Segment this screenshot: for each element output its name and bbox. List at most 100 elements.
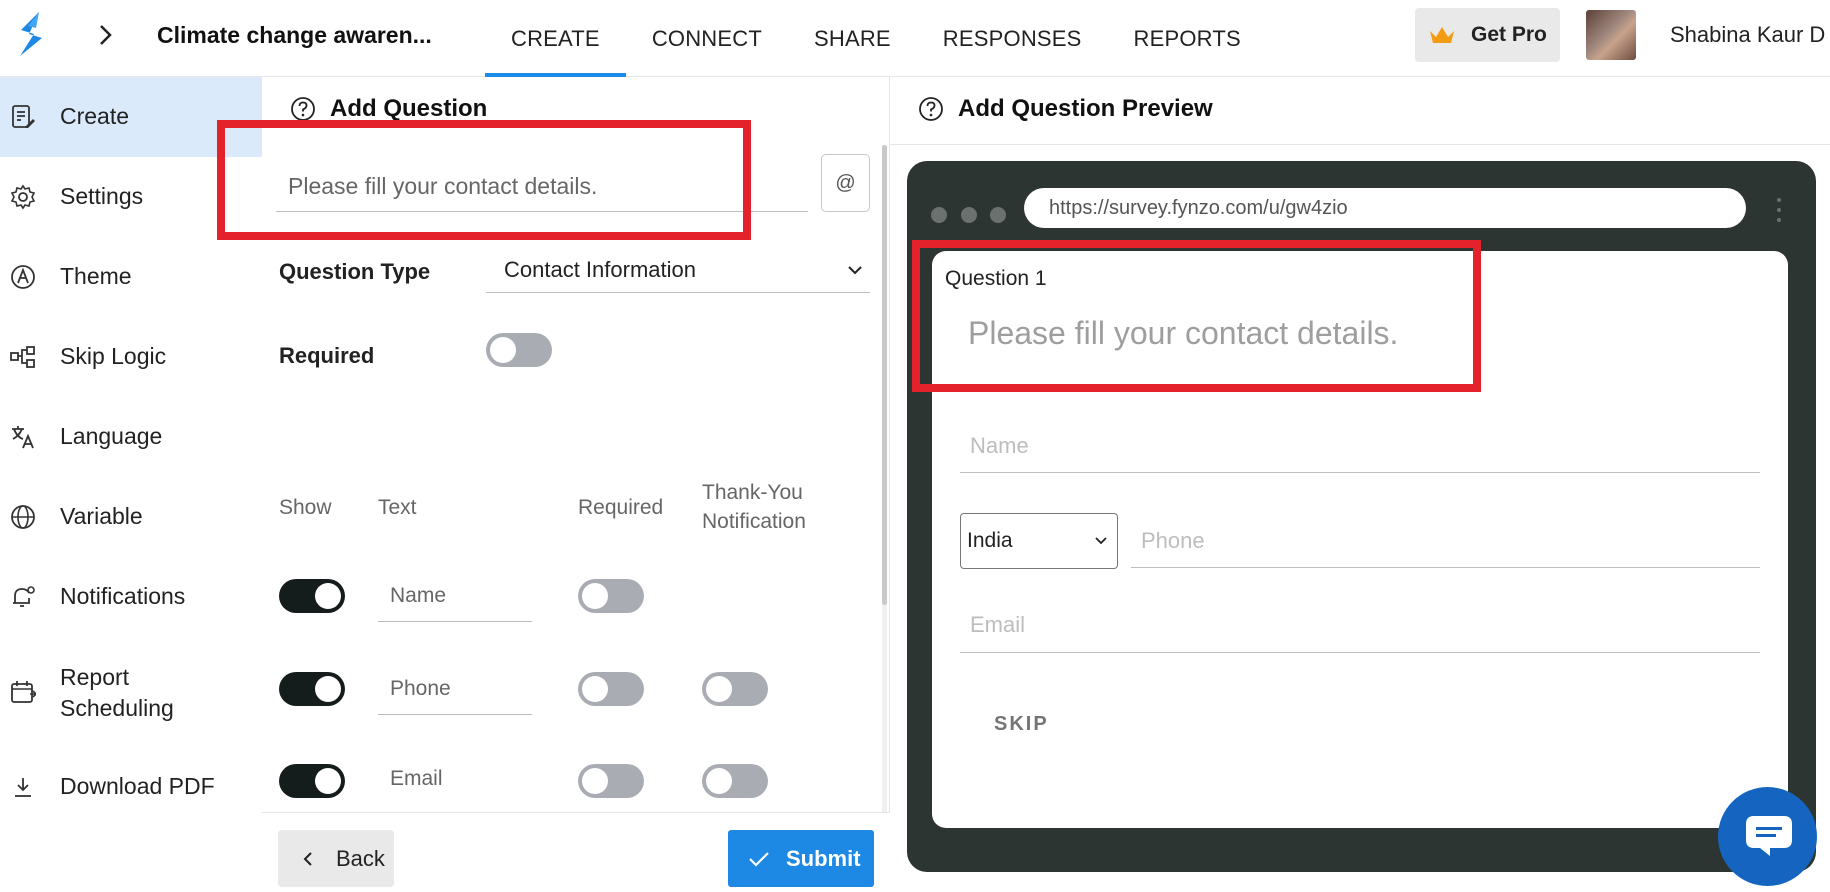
window-dot-icon [961,207,977,223]
phone-field-text: Phone [390,676,451,700]
notify-email-toggle[interactable] [702,764,768,798]
sidebar-item-settings[interactable]: Settings [0,157,262,237]
sidebar: Create Settings Theme Skip Logic Languag… [0,77,262,892]
preview-panel: Add Question Preview https://survey.fynz… [890,77,1830,892]
gear-icon [10,184,36,210]
country-select[interactable]: India [960,513,1118,569]
editor-heading-text: Add Question [330,95,488,122]
email-input-preview[interactable]: Email [960,597,1760,653]
required-phone-toggle[interactable] [578,672,644,706]
chat-bubble-icon [1745,815,1792,856]
submit-label: Submit [786,845,861,871]
sidebar-item-variable[interactable]: Variable [0,477,262,557]
theme-icon [11,265,35,289]
tab-share[interactable]: SHARE [788,0,917,77]
name-field-label[interactable]: Name [378,570,532,622]
question-editor-panel: Add Question @ Question Type Contact Inf… [262,77,890,892]
avatar[interactable] [1586,10,1636,60]
sidebar-item-label: Download PDF [60,773,215,799]
calendar-icon [11,681,36,703]
app-root: Climate change awaren... CREATE CONNECT … [0,0,1830,892]
column-header-text: Text [378,496,417,519]
editor-footer: Back Submit [262,812,890,892]
country-value: India [967,529,1013,552]
get-pro-label: Get Pro [1471,23,1547,46]
divider [890,144,1830,145]
tab-reports[interactable]: REPORTS [1108,0,1267,77]
name-placeholder: Name [970,432,1029,458]
user-name[interactable]: Shabina Kaur D [1670,22,1825,48]
question-type-select[interactable]: Contact Information [486,247,870,293]
tab-create[interactable]: CREATE [485,0,626,77]
show-phone-toggle[interactable] [279,672,345,706]
app-logo[interactable] [12,8,48,64]
preview-heading: Add Question Preview [918,95,1213,123]
sidebar-item-download-pdf[interactable]: Download PDF [0,747,262,827]
notify-phone-toggle[interactable] [702,672,768,706]
phone-input-preview[interactable]: Phone [1131,514,1760,568]
chevron-right-icon[interactable] [90,20,120,50]
skip-button[interactable]: SKIP [994,713,1049,736]
form-edit-icon [12,105,35,128]
sidebar-item-label: Report Scheduling [60,664,174,721]
sidebar-item-create[interactable]: Create [0,77,262,157]
name-field-text: Name [390,583,447,607]
sidebar-item-label: Variable [60,503,143,529]
question-text-preview: Please fill your contact details. [968,315,1399,351]
browser-mockup: https://survey.fynzo.com/u/gw4zio Questi… [907,161,1816,872]
survey-card: Question 1 Please fill your contact deta… [932,251,1788,828]
skip-logic-icon [10,346,35,368]
help-circle-icon [291,97,315,121]
url-text: https://survey.fynzo.com/u/gw4zio [1049,196,1348,219]
phone-placeholder: Phone [1141,527,1205,553]
translate-icon [12,426,34,449]
top-bar: Climate change awaren... CREATE CONNECT … [0,0,1830,77]
question-type-value: Contact Information [504,256,696,282]
chat-button[interactable] [1718,787,1817,886]
column-header-required: Required [578,496,664,519]
question-type-label: Question Type [279,259,431,284]
submit-button[interactable]: Submit [728,830,874,887]
required-email-toggle[interactable] [578,764,644,798]
window-dot-icon [931,207,947,223]
sidebar-item-label: Skip Logic [60,343,167,369]
download-icon [15,778,31,797]
sidebar-item-notifications[interactable]: Notifications [0,557,262,637]
get-pro-button[interactable]: Get Pro [1415,8,1560,62]
name-input-preview[interactable]: Name [960,419,1760,473]
email-placeholder: Email [970,611,1026,637]
sidebar-item-skip-logic[interactable]: Skip Logic [0,317,262,397]
sidebar-item-label: Notifications [60,583,186,609]
survey-title: Climate change awaren... [157,22,432,48]
globe-icon [11,505,35,529]
question-number: Question 1 [945,267,1047,290]
phone-field-label[interactable]: Phone [378,663,532,715]
show-name-toggle[interactable] [279,579,345,613]
email-field-label[interactable]: Email [378,753,532,805]
main-tabs: CREATE CONNECT SHARE RESPONSES REPORTS [485,0,1267,77]
editor-heading: Add Question [290,95,487,123]
sidebar-item-language[interactable]: Language [0,397,262,477]
url-bar: https://survey.fynzo.com/u/gw4zio [1024,188,1746,228]
required-name-toggle[interactable] [578,579,644,613]
kebab-menu-icon [1777,198,1781,222]
back-button[interactable]: Back [278,830,394,887]
chevron-down-icon [848,266,862,275]
chevron-left-icon [303,851,312,866]
scrollbar-thumb[interactable] [882,145,887,605]
sidebar-item-label: Settings [60,183,144,209]
insert-variable-button[interactable]: @ [821,154,870,212]
back-label: Back [336,845,385,871]
tab-responses[interactable]: RESPONSES [917,0,1108,77]
required-toggle[interactable] [486,333,552,367]
tab-connect[interactable]: CONNECT [626,0,788,77]
required-label: Required [279,343,375,368]
sidebar-item-label: Language [60,423,163,449]
check-icon [749,851,769,867]
email-field-text: Email [390,767,443,790]
question-text-input[interactable] [276,162,808,212]
sidebar-item-theme[interactable]: Theme [0,237,262,317]
crown-icon [1430,27,1454,43]
show-email-toggle[interactable] [279,764,345,798]
sidebar-item-report-scheduling[interactable]: Report Scheduling [0,637,262,747]
